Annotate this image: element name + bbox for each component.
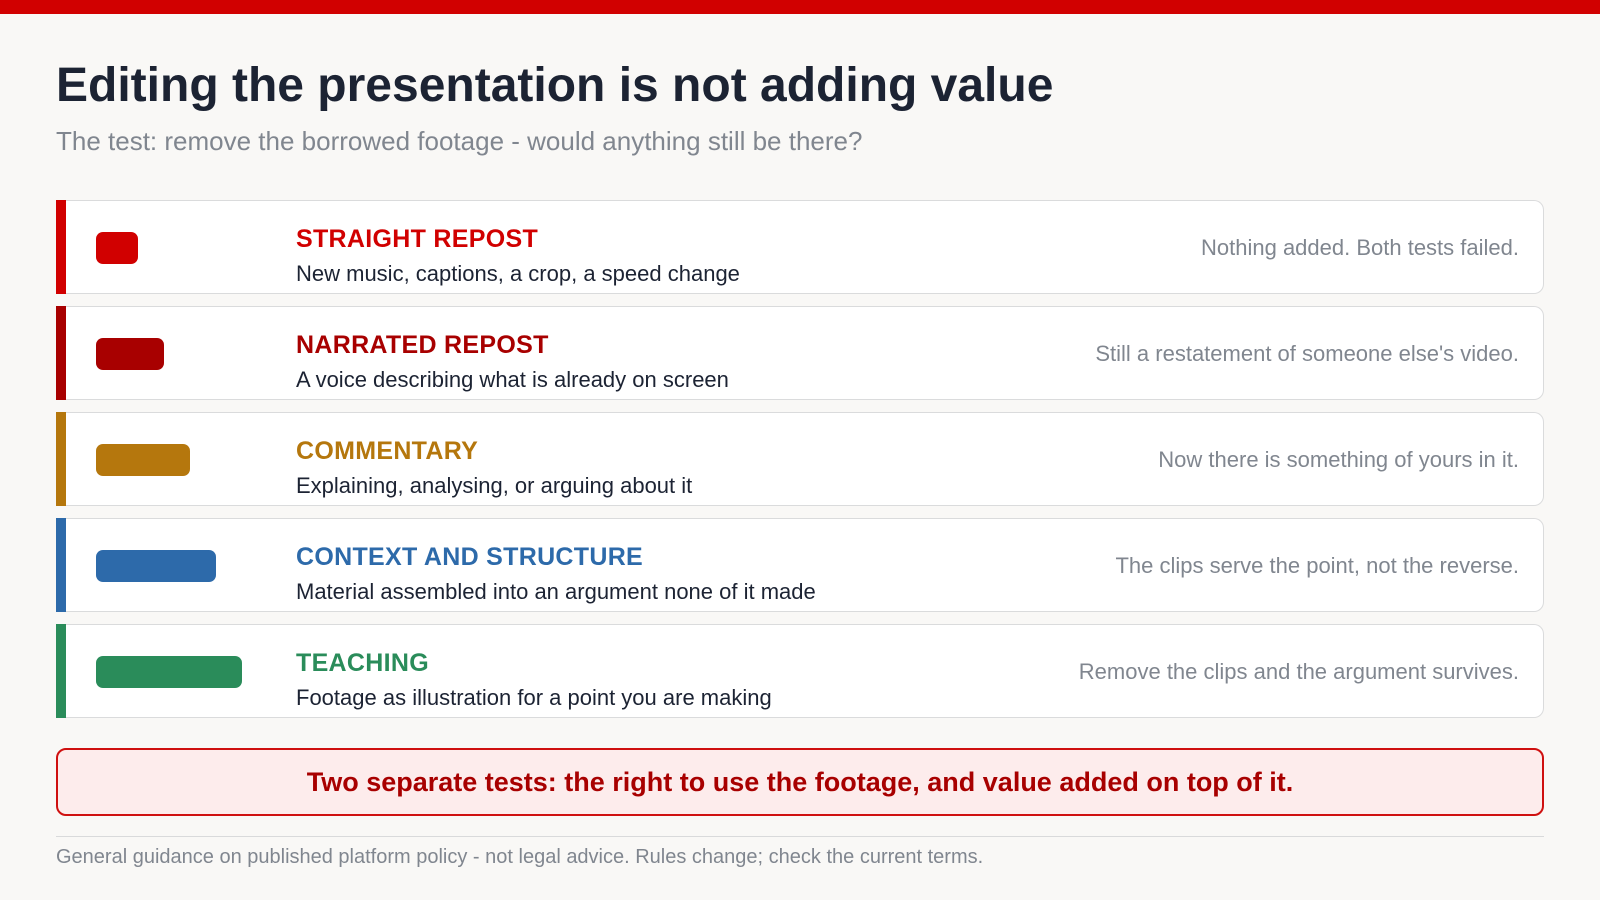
row-label: NARRATED REPOST [296,331,549,359]
row-description: New music, captions, a crop, a speed cha… [296,261,740,286]
value-row-commentary: COMMENTARY Explaining, analysing, or arg… [56,412,1544,506]
row-description: Explaining, analysing, or arguing about … [296,473,693,498]
value-level-bar [96,338,164,370]
value-level-bar [96,656,242,688]
row-label: COMMENTARY [296,437,479,465]
row-description: A voice describing what is already on sc… [296,367,729,392]
row-verdict: Now there is something of yours in it. [1158,447,1519,472]
value-level-bar [96,444,190,476]
key-takeaway-callout: Two separate tests: the right to use the… [56,748,1544,816]
row-label: STRAIGHT REPOST [296,225,539,253]
row-verdict: Still a restatement of someone else's vi… [1095,341,1519,366]
value-scale-list: STRAIGHT REPOST New music, captions, a c… [56,200,1544,730]
footer-divider [56,836,1544,837]
row-label: CONTEXT AND STRUCTURE [296,543,644,571]
page-title: Editing the presentation is not adding v… [56,59,1054,112]
row-label: TEACHING [296,649,429,677]
page-subtitle: The test: remove the borrowed footage - … [56,126,863,156]
value-row-straight-repost: STRAIGHT REPOST New music, captions, a c… [56,200,1544,294]
callout-text: Two separate tests: the right to use the… [306,766,1294,797]
top-accent-bar [0,0,1600,14]
row-accent-bar [56,624,66,718]
row-verdict: Nothing added. Both tests failed. [1201,235,1519,260]
row-verdict: Remove the clips and the argument surviv… [1078,659,1519,684]
row-accent-bar [56,200,66,294]
value-row-context-and-structure: CONTEXT AND STRUCTURE Material assembled… [56,518,1544,612]
value-row-teaching: TEACHING Footage as illustration for a p… [56,624,1544,718]
row-verdict: The clips serve the point, not the rever… [1115,553,1519,578]
value-level-bar [96,550,216,582]
row-accent-bar [56,412,66,506]
row-description: Footage as illustration for a point you … [296,685,772,710]
row-description: Material assembled into an argument none… [296,579,816,604]
row-accent-bar [56,306,66,400]
row-accent-bar [56,518,66,612]
value-level-bar [96,232,138,264]
value-row-narrated-repost: NARRATED REPOST A voice describing what … [56,306,1544,400]
footnote: General guidance on published platform p… [56,846,984,868]
